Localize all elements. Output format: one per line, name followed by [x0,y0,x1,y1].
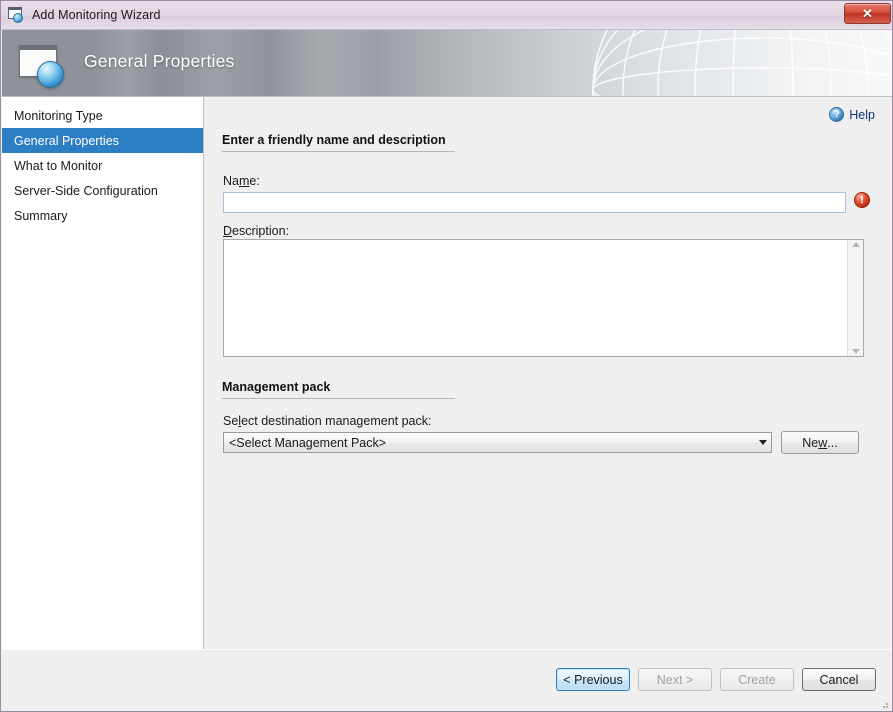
name-label-accelerator: m [239,174,249,188]
cancel-button[interactable]: Cancel [802,668,876,691]
scroll-down-icon[interactable] [852,349,860,354]
name-label-post: e: [249,174,259,188]
content-pane: ? Help Enter a friendly name and descrip… [204,97,893,649]
wizard-steps-sidebar: Monitoring Type General Properties What … [2,97,204,649]
description-label-post: escription: [232,224,289,238]
description-field-wrap [223,239,864,357]
help-label: Help [849,108,875,122]
error-exclamation-icon: ! [854,192,870,208]
wizard-window: Add Monitoring Wizard ✕ General Properti… [0,0,893,712]
management-pack-selected-value: <Select Management Pack> [224,436,754,450]
new-management-pack-button[interactable]: New... [781,431,859,454]
sidebar-item-summary[interactable]: Summary [2,203,203,228]
wizard-banner: General Properties [2,30,893,97]
next-button: Next > [638,668,712,691]
description-textarea[interactable] [224,240,847,356]
sidebar-item-what-to-monitor[interactable]: What to Monitor [2,153,203,178]
footer-bar: < Previous Next > Create Cancel [2,649,893,712]
name-label-pre: Na [223,174,239,188]
mp-label-pre: Se [223,414,238,428]
management-pack-label: Select destination management pack: [223,414,431,428]
sidebar-item-general-properties[interactable]: General Properties [2,128,203,153]
page-title: General Properties [84,51,234,72]
management-pack-dropdown[interactable]: <Select Management Pack> [223,432,772,453]
resize-grip-icon[interactable] [878,698,890,710]
close-button[interactable]: ✕ [844,3,891,24]
section-heading-friendly-name: Enter a friendly name and description [222,133,455,152]
name-label: Name: [223,174,260,188]
mesh-sphere-graphic [513,30,893,97]
section-heading-management-pack: Management pack [222,380,455,399]
window-title: Add Monitoring Wizard [32,8,161,22]
new-button-accelerator: w [818,436,827,450]
help-circle-icon: ? [829,107,844,122]
description-label-accelerator: D [223,224,232,238]
banner-icon-sphere [37,61,64,88]
help-link[interactable]: ? Help [829,107,875,122]
sidebar-item-label: Summary [14,209,67,223]
description-scrollbar[interactable] [847,240,863,356]
title-bar: Add Monitoring Wizard ✕ [1,1,893,30]
close-icon: ✕ [862,7,873,20]
create-button: Create [720,668,794,691]
window-icon-sphere [13,13,23,23]
previous-button[interactable]: < Previous [556,668,630,691]
new-button-post: ... [827,436,837,450]
sidebar-item-label: Monitoring Type [14,109,103,123]
scroll-up-icon[interactable] [852,242,860,247]
sidebar-item-label: General Properties [14,134,119,148]
wizard-navigation-buttons: < Previous Next > Create Cancel [556,668,876,691]
sidebar-item-server-side-configuration[interactable]: Server-Side Configuration [2,178,203,203]
sidebar-item-label: What to Monitor [14,159,102,173]
sidebar-item-label: Server-Side Configuration [14,184,158,198]
banner-window-sphere-icon [19,43,71,87]
mp-label-post: ect destination management pack: [241,414,431,428]
description-label: Description: [223,224,289,238]
sidebar-item-monitoring-type[interactable]: Monitoring Type [2,103,203,128]
chevron-down-icon[interactable] [754,440,771,445]
name-input[interactable] [223,192,846,213]
error-glyph: ! [860,195,864,206]
new-button-pre: Ne [802,436,818,450]
window-sphere-icon [8,7,25,23]
